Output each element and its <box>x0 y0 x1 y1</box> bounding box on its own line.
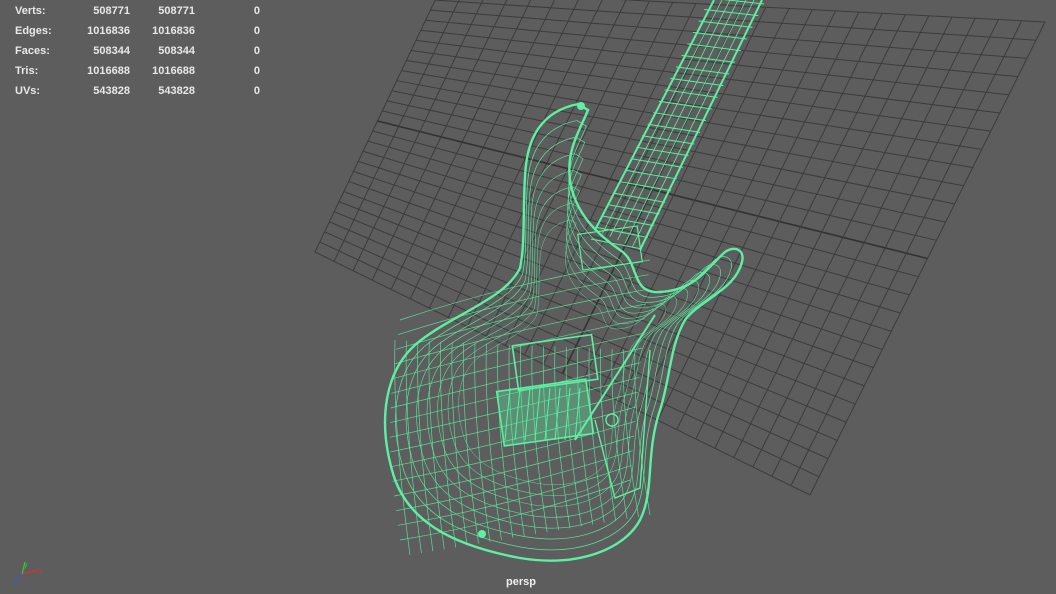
grid-line <box>334 211 847 423</box>
grid-line <box>695 14 906 440</box>
body-isoparm <box>397 465 632 526</box>
hud-row-verts: Verts: 508771 508771 0 <box>15 1 260 21</box>
hud-row-uvs: UVs: 543828 543828 0 <box>15 81 260 101</box>
grid-line <box>790 20 1023 486</box>
grid-line <box>619 9 813 402</box>
neck-fret <box>675 66 730 75</box>
body-isoparm <box>394 339 411 556</box>
hud-label: Verts: <box>15 5 46 17</box>
body-isoparm <box>392 318 645 380</box>
grid-line <box>752 18 976 468</box>
body-isoparm <box>600 348 617 521</box>
grid-line <box>809 21 1046 496</box>
x-axis-line <box>21 569 39 575</box>
body-isoparm <box>451 342 468 546</box>
hud-selected-count: 508771 <box>158 5 195 17</box>
hud-label: Tris: <box>15 65 39 77</box>
body-isoparm <box>485 343 502 540</box>
grid-line <box>581 7 767 384</box>
grid-line <box>771 19 999 477</box>
grid-line <box>714 15 930 449</box>
control-knob-icon <box>605 413 619 427</box>
hud-label: UVs: <box>15 85 41 97</box>
grid-line <box>409 0 556 299</box>
neck-fret <box>687 43 741 52</box>
neck-fret <box>602 215 654 227</box>
hud-row-edges: Edges: 1016836 1016836 0 <box>15 21 260 41</box>
neck-fret <box>681 54 736 63</box>
x-axis-label: x <box>39 568 43 575</box>
perspective-viewport[interactable]: Verts: 508771 508771 0 Edges: 1016836 10… <box>0 0 1056 594</box>
tremolo-arm <box>574 314 656 441</box>
hud-object-count: 1016836 <box>87 25 130 37</box>
hud-row-faces: Faces: 508344 508344 0 <box>15 41 260 61</box>
neck-fret <box>704 8 759 17</box>
grid-line <box>733 16 953 458</box>
neck-string <box>609 0 731 237</box>
hud-label: Faces: <box>15 45 50 57</box>
grid-line <box>657 11 860 421</box>
grid-line <box>358 160 892 332</box>
guitar-wireframe-icon[interactable] <box>383 0 765 562</box>
grid-line <box>428 0 579 309</box>
hud-selected-count: 543828 <box>158 85 195 97</box>
grid-line <box>371 0 508 281</box>
hud-label: Edges: <box>15 25 52 37</box>
poly-count-hud: Verts: 508771 508771 0 Edges: 1016836 10… <box>15 1 260 101</box>
hud-object-count: 1016688 <box>87 65 130 77</box>
strap-button-icon <box>478 530 486 538</box>
hud-component-count: 0 <box>253 45 260 57</box>
grid-line <box>353 170 883 350</box>
guitar-body-outline <box>383 102 744 562</box>
hud-selected-count: 1016836 <box>152 25 195 37</box>
camera-label: persp <box>506 576 536 588</box>
ground-grid <box>314 0 1046 496</box>
hud-object-count: 543828 <box>93 85 130 97</box>
grid-line <box>314 0 436 253</box>
neck-fret <box>698 20 753 28</box>
hud-object-count: 508344 <box>93 45 130 57</box>
y-axis-label: y <box>24 562 28 569</box>
hud-component-count: 0 <box>253 5 260 17</box>
hud-component-count: 0 <box>253 25 260 37</box>
hud-component-count: 0 <box>253 85 260 97</box>
hud-selected-count: 508344 <box>158 45 195 57</box>
grid-line <box>638 10 837 412</box>
hud-component-count: 0 <box>253 65 260 77</box>
hud-row-tris: Tris: 1016688 1016688 0 <box>15 61 260 81</box>
hud-selected-count: 1016688 <box>152 65 195 77</box>
strap-button-icon <box>577 102 585 110</box>
hud-object-count: 508771 <box>93 5 130 17</box>
neck-edge <box>594 0 715 231</box>
